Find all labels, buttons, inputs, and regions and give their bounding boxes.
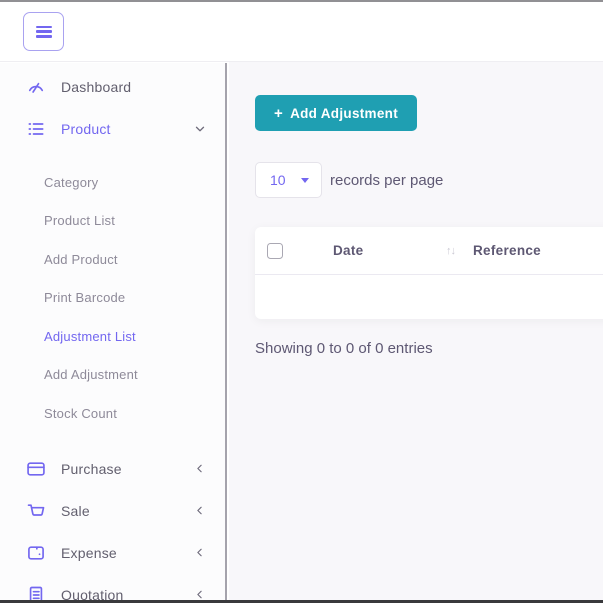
sidebar-item-label: Sale xyxy=(61,503,90,519)
page-size-select[interactable]: 10 xyxy=(255,162,322,198)
sidebar-item-sale[interactable]: Sale xyxy=(0,490,225,532)
submenu-item-label: Add Product xyxy=(44,252,118,267)
submenu-item-print-barcode[interactable]: Print Barcode xyxy=(0,279,225,318)
sidebar-nav: Dashboard Product Category Product List xyxy=(0,63,227,600)
caret-down-icon xyxy=(301,178,309,183)
sidebar-item-purchase[interactable]: Purchase xyxy=(0,448,225,490)
chevron-left-icon xyxy=(193,588,207,601)
file-text-icon xyxy=(26,585,46,601)
table-header-reference[interactable]: Reference xyxy=(461,243,603,258)
submenu-item-add-product[interactable]: Add Product xyxy=(0,240,225,279)
gauge-icon xyxy=(26,77,46,97)
submenu-item-label: Product List xyxy=(44,213,115,228)
submenu-item-category[interactable]: Category xyxy=(0,163,225,202)
submenu-item-label: Category xyxy=(44,175,98,190)
submenu-item-add-adjustment[interactable]: Add Adjustment xyxy=(0,356,225,395)
select-all-checkbox[interactable] xyxy=(267,243,283,259)
chevron-left-icon xyxy=(193,462,207,476)
product-submenu: Category Product List Add Product Print … xyxy=(0,163,225,433)
chevron-left-icon xyxy=(193,504,207,518)
window-top-border xyxy=(0,0,603,2)
main-content: + Add Adjustment 10 records per page Dat… xyxy=(229,62,603,600)
add-adjustment-button[interactable]: + Add Adjustment xyxy=(255,95,417,131)
shopping-cart-icon xyxy=(26,501,46,521)
wallet-icon xyxy=(26,543,46,563)
table-header-checkbox-cell xyxy=(255,243,321,259)
submenu-item-stock-count[interactable]: Stock Count xyxy=(0,394,225,433)
submenu-item-label: Stock Count xyxy=(44,406,117,421)
chevron-down-icon xyxy=(193,122,207,136)
submenu-item-adjustment-list[interactable]: Adjustment List xyxy=(0,317,225,356)
page-size-value: 10 xyxy=(270,172,286,188)
entries-summary-text: Showing 0 to 0 of 0 entries xyxy=(255,340,433,357)
sidebar-item-product[interactable]: Product xyxy=(0,108,225,150)
sidebar-item-expense[interactable]: Expense xyxy=(0,532,225,574)
sort-icon[interactable]: ↑↓ xyxy=(446,245,461,257)
app-window: Dashboard Product Category Product List xyxy=(0,0,603,603)
table-header-date[interactable]: Date ↑↓ xyxy=(321,243,461,258)
top-navbar xyxy=(0,2,603,62)
list-icon xyxy=(26,119,46,139)
submenu-item-label: Print Barcode xyxy=(44,290,125,305)
hamburger-menu-icon xyxy=(36,26,52,38)
records-per-page-label: records per page xyxy=(330,162,443,198)
sidebar-item-dashboard[interactable]: Dashboard xyxy=(0,66,225,108)
sidebar-item-label: Product xyxy=(61,121,111,137)
plus-icon: + xyxy=(274,105,283,122)
sidebar-item-label: Purchase xyxy=(61,461,122,477)
submenu-item-product-list[interactable]: Product List xyxy=(0,202,225,241)
credit-card-icon xyxy=(26,459,46,479)
date-column-label: Date xyxy=(333,243,363,258)
sidebar-item-label: Dashboard xyxy=(61,79,131,95)
submenu-item-label-active: Adjustment List xyxy=(44,329,136,344)
table-empty-body xyxy=(255,275,603,319)
sidebar-item-label: Expense xyxy=(61,545,117,561)
table-header-row: Date ↑↓ Reference xyxy=(255,227,603,275)
sidebar-item-label: Quotation xyxy=(61,587,124,601)
add-adjustment-button-label: Add Adjustment xyxy=(290,106,398,121)
reference-column-label: Reference xyxy=(473,243,541,258)
submenu-item-label: Add Adjustment xyxy=(44,367,138,382)
sidebar-toggle-button[interactable] xyxy=(23,12,64,51)
chevron-left-icon xyxy=(193,546,207,560)
adjustments-table: Date ↑↓ Reference xyxy=(255,227,603,319)
sidebar-item-quotation[interactable]: Quotation xyxy=(0,574,225,601)
